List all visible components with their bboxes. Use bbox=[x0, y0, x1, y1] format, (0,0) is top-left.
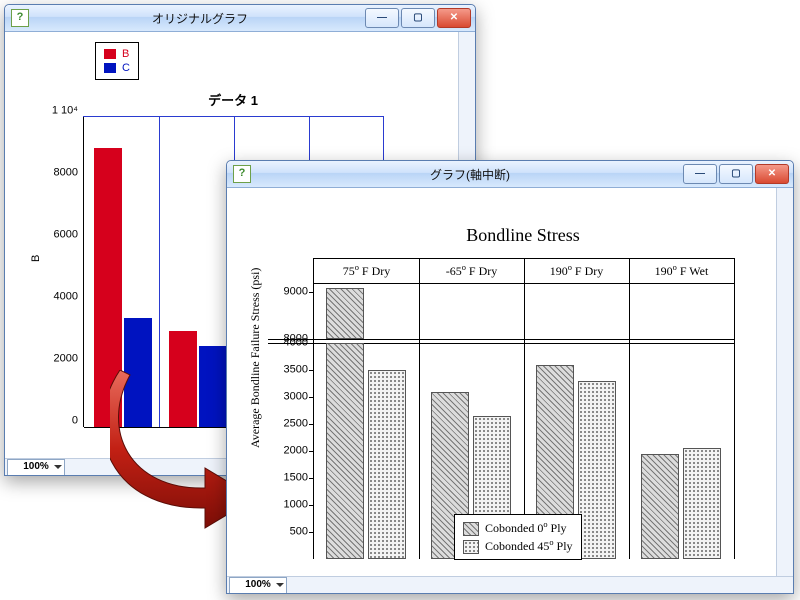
tick-mark bbox=[309, 451, 314, 452]
bar-a-1-upper bbox=[326, 288, 364, 339]
zoom-select[interactable]: 100% bbox=[229, 577, 287, 594]
zoom-select[interactable]: 100% bbox=[7, 459, 65, 476]
gridline bbox=[159, 117, 160, 427]
minimize-button[interactable]: — bbox=[365, 8, 399, 28]
chart-canvas-broken: Bondline Stress Average Bondline Failure… bbox=[227, 188, 777, 577]
tick-mark bbox=[309, 424, 314, 425]
minimize-button[interactable]: — bbox=[683, 164, 717, 184]
tick-mark bbox=[309, 397, 314, 398]
y-tick: 2000 bbox=[34, 354, 78, 365]
app-icon bbox=[11, 9, 29, 27]
y-tick: 3000 bbox=[268, 392, 308, 403]
y-tick: 4000 bbox=[34, 292, 78, 303]
maximize-button[interactable]: ▢ bbox=[401, 8, 435, 28]
tick-mark bbox=[309, 478, 314, 479]
y-tick: 6000 bbox=[34, 230, 78, 241]
window-title: グラフ(軸中断) bbox=[257, 166, 683, 183]
y-tick: 9000 bbox=[268, 287, 308, 298]
bar-b-1 bbox=[94, 148, 122, 427]
bar-a-1-lower bbox=[326, 343, 364, 559]
column-header: 190o F Wet bbox=[629, 259, 735, 283]
vertical-scrollbar[interactable] bbox=[776, 188, 793, 577]
tick-mark bbox=[309, 532, 314, 533]
legend-swatch-hatch bbox=[463, 522, 479, 536]
tick-mark bbox=[309, 370, 314, 371]
legend-swatch-dots bbox=[463, 540, 479, 554]
column-divider bbox=[629, 283, 630, 559]
axis-break-top bbox=[268, 339, 734, 340]
y-tick: 4000 bbox=[268, 338, 308, 349]
y-tick: 500 bbox=[268, 527, 308, 538]
tick-mark bbox=[309, 339, 314, 340]
column-header: -65o F Dry bbox=[419, 259, 525, 283]
legend-label: B bbox=[122, 48, 129, 60]
window-broken-axis-graph: グラフ(軸中断) — ▢ ✕ 甲 Bondline Stress Average… bbox=[226, 160, 794, 594]
chart-title: データ 1 bbox=[83, 94, 383, 107]
y-axis-label: Average Bondline Failure Stress (psi) bbox=[249, 268, 261, 448]
window-body: 甲 Bondline Stress Average Bondline Failu… bbox=[227, 188, 793, 593]
app-icon bbox=[233, 165, 251, 183]
titlebar[interactable]: オリジナルグラフ — ▢ ✕ bbox=[5, 5, 475, 32]
chart-title: Bondline Stress bbox=[313, 226, 733, 244]
horizontal-scrollbar[interactable]: 100% bbox=[227, 576, 793, 593]
bar-b-2 bbox=[169, 331, 197, 427]
bar-b-4 bbox=[683, 448, 721, 559]
legend-label: Cobonded 45o Ply bbox=[485, 539, 573, 553]
titlebar[interactable]: グラフ(軸中断) — ▢ ✕ bbox=[227, 161, 793, 188]
legend-swatch-b bbox=[104, 49, 116, 59]
window-buttons: — ▢ ✕ bbox=[683, 164, 789, 184]
y-tick: 2000 bbox=[268, 446, 308, 457]
bar-b-3 bbox=[578, 381, 616, 559]
bar-c-2 bbox=[199, 346, 227, 427]
window-title: オリジナルグラフ bbox=[35, 10, 365, 27]
bar-a-4 bbox=[641, 454, 679, 559]
tick-mark bbox=[309, 505, 314, 506]
bar-b-1 bbox=[368, 370, 406, 559]
column-divider bbox=[419, 283, 420, 559]
tick-mark bbox=[309, 343, 314, 344]
y-tick: 3500 bbox=[268, 365, 308, 376]
tick-mark bbox=[309, 292, 314, 293]
column-header: 75o F Dry bbox=[314, 259, 420, 283]
legend-swatch-c bbox=[104, 63, 116, 73]
y-tick: 0 bbox=[34, 416, 78, 427]
bar-c-1 bbox=[124, 318, 152, 427]
window-buttons: — ▢ ✕ bbox=[365, 8, 471, 28]
y-tick: 1000 bbox=[268, 500, 308, 511]
y-axis bbox=[83, 117, 84, 427]
y-tick: 2500 bbox=[268, 419, 308, 430]
y-tick: 1500 bbox=[268, 473, 308, 484]
maximize-button[interactable]: ▢ bbox=[719, 164, 753, 184]
column-header: 190o F Dry bbox=[524, 259, 630, 283]
legend: B C bbox=[95, 42, 139, 80]
legend: Cobonded 0o Ply Cobonded 45o Ply bbox=[454, 514, 582, 560]
legend-label: C bbox=[122, 62, 130, 74]
close-button[interactable]: ✕ bbox=[437, 8, 471, 28]
y-tick: 8000 bbox=[34, 168, 78, 179]
y-axis-label: B bbox=[31, 255, 42, 262]
close-button[interactable]: ✕ bbox=[755, 164, 789, 184]
y-tick: 1 10⁴ bbox=[34, 106, 78, 117]
plot-area: 75o F Dry -65o F Dry 190o F Dry 190o F W… bbox=[313, 258, 735, 559]
legend-label: Cobonded 0o Ply bbox=[485, 521, 567, 535]
